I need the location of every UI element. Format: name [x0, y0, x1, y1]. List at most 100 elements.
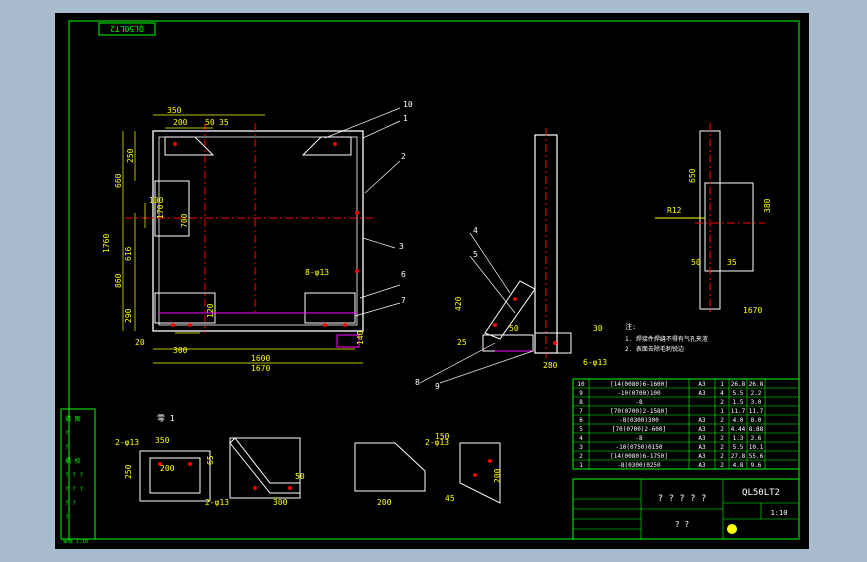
bom-cell: 8: [579, 399, 583, 406]
detail-dim-300: 300: [273, 498, 288, 507]
bom-cell: 2: [720, 426, 724, 433]
bom-cell: 4: [720, 390, 724, 397]
bom-cell: 10: [577, 381, 585, 388]
hole-2-phi13-a: 2-φ13: [115, 438, 139, 447]
front-view: [125, 123, 375, 348]
title-code: QL50LT2: [742, 488, 780, 498]
bom-cell: 2: [720, 462, 724, 469]
callout-2: 2: [401, 152, 406, 161]
bom-cell: -10(0750)0150: [616, 444, 663, 451]
dim-1760: 1760: [102, 234, 111, 253]
drawing-id-rotated: QL50LT2: [110, 24, 144, 33]
view-label: 零 1: [157, 414, 175, 423]
detail-dim-250: 250: [124, 464, 133, 479]
bom-cell: 27.8: [731, 453, 746, 460]
title-scale: 1:10: [771, 509, 788, 517]
bom-cell: 2: [579, 453, 583, 460]
callout-5: 5: [473, 250, 478, 259]
bom-cell: 5.5: [733, 444, 744, 451]
bom-cell: 8.88: [749, 426, 764, 433]
bom-cell: 4.0: [733, 417, 744, 424]
notes-heading: 注:: [625, 322, 636, 331]
bom-cell: -8: [635, 435, 643, 442]
bom-cell: 2: [720, 453, 724, 460]
bom-cell: 26.8: [731, 381, 746, 388]
bom-cell: 1: [720, 381, 724, 388]
dim-380: 380: [763, 198, 772, 213]
bom-cell: 2: [720, 435, 724, 442]
callout-1: 1: [403, 114, 408, 123]
bom-cell: 6: [579, 417, 583, 424]
left-strip-label: ? ? ?: [65, 472, 83, 479]
dim-50r: 50: [691, 258, 701, 267]
left-strip-label: ?: [65, 444, 69, 451]
cad-drawing: QL50LT2 350 200 50 35 250 660 1760 860 6…: [60, 20, 800, 545]
dim-1670r: 1670: [743, 306, 762, 315]
bom-cell: A3: [698, 462, 706, 469]
dim-250: 250: [126, 148, 135, 163]
bom-cell: A3: [698, 444, 706, 451]
bom-cell: 9.6: [751, 462, 762, 469]
dim-1670: 1670: [251, 364, 270, 373]
detail-dim-50: 50: [295, 472, 305, 481]
detail-dim-150: 150: [435, 432, 450, 441]
dim-350: 350: [167, 106, 182, 115]
hole-2-phi13-b: 2-φ13: [205, 498, 229, 507]
bom-cell: 2: [720, 417, 724, 424]
inner-border: [68, 20, 800, 540]
bom-cell: [70(0700)2-600]: [612, 426, 666, 433]
bom-cell: A3: [698, 426, 706, 433]
bom-cell: 1.5: [733, 399, 744, 406]
bom-cell: A3: [698, 453, 706, 460]
detail-dim-45: 45: [445, 494, 455, 503]
title-name: ? ? ? ? ?: [658, 494, 707, 504]
bom-cell: 26.8: [749, 381, 764, 388]
dim-290: 290: [124, 308, 133, 323]
bom-cell: 3.0: [751, 399, 762, 406]
dim-420: 420: [454, 296, 463, 311]
title-block: ? ? ? ? ? QL50LT2 ? ? 1:10: [572, 478, 800, 540]
bom-cell: -8(0300)300: [619, 417, 659, 424]
bom-cell: 2.6: [751, 435, 762, 442]
left-strip-label: ?: [65, 430, 69, 437]
bom-cell: 5: [579, 426, 583, 433]
bom-cell: 4.44: [731, 426, 746, 433]
title-material: ? ?: [675, 520, 690, 529]
dim-616: 616: [124, 246, 133, 261]
detail-dim-65: 65: [206, 455, 215, 465]
bom-cell: 1: [579, 462, 583, 469]
left-strip-label: ?: [65, 514, 69, 521]
bom-cell: 1.3: [733, 435, 744, 442]
detail-dim-200: 200: [160, 464, 175, 473]
bom-cell: -8(0300)0250: [617, 462, 661, 469]
callout-8: 8: [415, 378, 420, 387]
callout-4: 4: [473, 226, 478, 235]
callout-3: 3: [399, 242, 404, 251]
dim-280: 280: [543, 361, 558, 370]
bom-cell: [70(0700)2-1580]: [610, 408, 668, 415]
drawing-sheet: QL50LT2 350 200 50 35 250 660 1760 860 6…: [55, 13, 809, 549]
side-view: [482, 128, 572, 358]
bom-cell: -10(0700)100: [617, 390, 661, 397]
left-strip-label: ? ?: [65, 500, 76, 507]
bom-cell: 11.7: [749, 408, 764, 415]
callout-7: 7: [401, 296, 406, 305]
callout-9: 9: [435, 382, 440, 391]
dim-r12: R12: [667, 206, 682, 215]
bom-cell: 10.1: [749, 444, 764, 451]
dim-650: 650: [688, 168, 697, 183]
left-strip-label: 描 图: [65, 415, 81, 423]
detail-dim-350: 350: [155, 436, 170, 445]
hole-8-phi13: 8-φ13: [305, 268, 329, 277]
dim-300: 300: [173, 346, 188, 355]
dim-200: 200: [173, 118, 188, 127]
bom-cell: 7: [579, 408, 583, 415]
bom-cell: A3: [698, 435, 706, 442]
dim-100: 100: [149, 196, 164, 205]
dim-660: 660: [114, 173, 123, 188]
bom-cell: 5.5: [733, 390, 744, 397]
detail-dim-200b: 200: [377, 498, 392, 507]
bom-cell: [14(0080)6-1750]: [610, 453, 668, 460]
dim-50b: 50: [509, 324, 519, 333]
dim-140: 140: [356, 330, 365, 345]
